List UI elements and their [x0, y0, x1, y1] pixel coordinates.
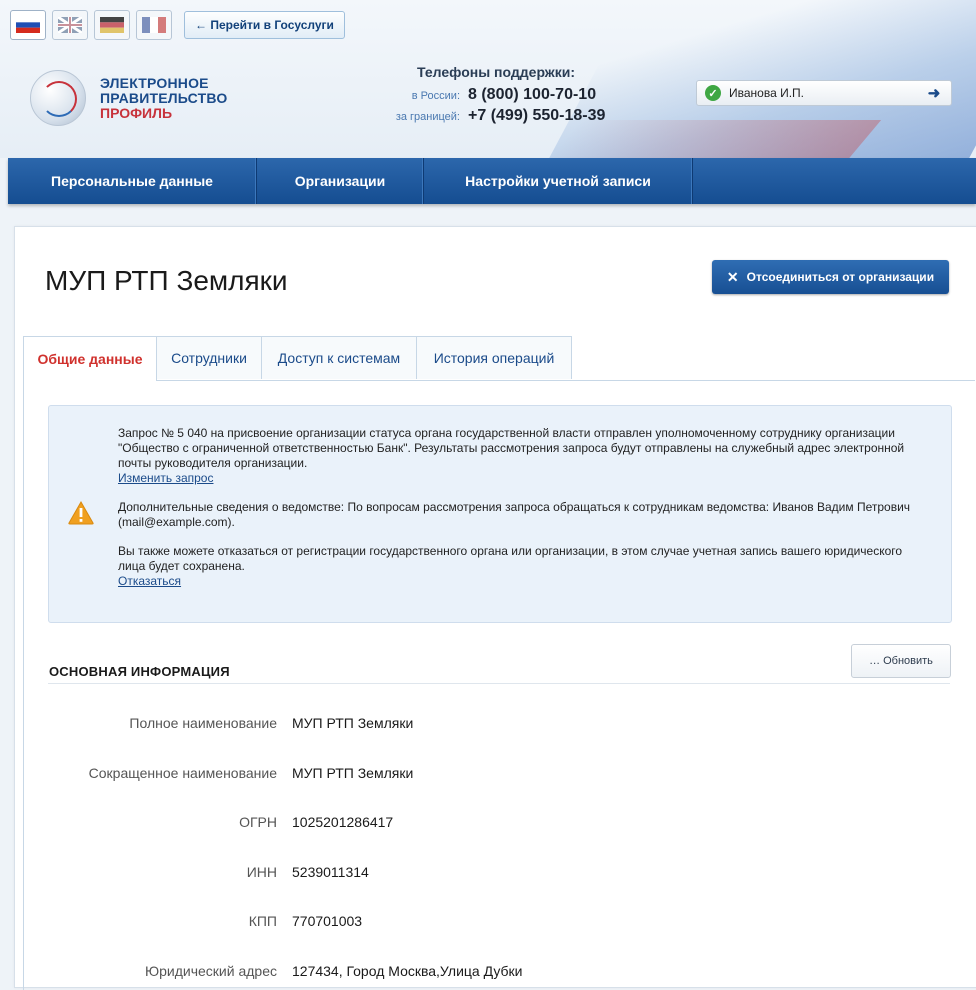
field-value-full-name: МУП РТП Земляки	[292, 715, 414, 731]
field-value-short-name: МУП РТП Земляки	[292, 765, 414, 781]
germany-flag-icon	[100, 17, 124, 33]
user-panel[interactable]: ✓ Иванова И.П. ➜	[696, 80, 952, 106]
phone-abroad-row: за границей: +7 (499) 550-18-39	[360, 107, 606, 125]
change-request-link[interactable]: Изменить запрос	[118, 471, 213, 485]
logo-line-2: ПРАВИТЕЛЬСТВО	[100, 89, 228, 106]
russia-flag-icon	[16, 17, 40, 33]
nav-account-settings[interactable]: Настройки учетной записи	[424, 158, 693, 204]
ellipsis-icon: …	[869, 655, 881, 667]
tabs: Общие данные Сотрудники Доступ к система…	[23, 336, 572, 381]
field-label-kpp: КПП	[248, 913, 277, 929]
header-decoration-stripe	[530, 120, 882, 158]
page-title: МУП РТП Земляки	[45, 265, 288, 296]
language-de-button[interactable]	[94, 10, 130, 40]
logo-line-3: ПРОФИЛЬ	[100, 104, 173, 121]
nav-personal-data[interactable]: Персональные данные	[8, 158, 257, 204]
field-label-full-name: Полное наименование	[129, 715, 277, 731]
logout-icon[interactable]: ➜	[925, 84, 943, 102]
phone-abroad-number: +7 (499) 550-18-39	[468, 107, 606, 124]
field-value-legal-address: 127434, Город Москва,Улица Дубки	[292, 963, 523, 979]
phone-abroad-label: за границей:	[395, 111, 460, 123]
field-label-inn: ИНН	[246, 864, 277, 880]
content-panel: МУП РТП Земляки ✕ Отсоединиться от орган…	[14, 226, 976, 990]
phone-russia-number: 8 (800) 100-70-10	[468, 86, 597, 103]
notice-paragraph-2: Дополнительные сведения о ведомстве: По …	[118, 500, 911, 529]
update-button[interactable]: … Обновить	[851, 644, 951, 678]
main-nav: Персональные данные Организации Настройк…	[8, 158, 976, 204]
france-flag-icon	[142, 17, 166, 33]
update-label: Обновить	[883, 655, 933, 667]
decline-link[interactable]: Отказаться	[118, 574, 181, 588]
site-header: ← Перейти в Госуслуги ЭЛЕКТРОННОЕ ПРАВИТ…	[0, 0, 976, 158]
phone-russia-row: в России: 8 (800) 100-70-10	[360, 86, 596, 104]
field-value-kpp: 770701003	[292, 913, 363, 929]
language-en-button[interactable]	[52, 10, 88, 40]
verified-check-icon: ✓	[705, 85, 721, 101]
tab-employees[interactable]: Сотрудники	[156, 336, 262, 379]
language-fr-button[interactable]	[136, 10, 172, 40]
notice-text: Запрос № 5 040 на присвоение организации…	[118, 426, 918, 589]
logo-line-1: ЭЛЕКТРОННОЕ	[100, 74, 209, 91]
field-label-legal-address: Юридический адрес	[144, 963, 277, 979]
tab-divider	[23, 380, 975, 381]
notice-paragraph-3: Вы также можете отказаться от регистраци…	[118, 544, 903, 573]
emblem-icon	[30, 70, 86, 126]
logo-text: ЭЛЕКТРОННОЕ ПРАВИТЕЛЬСТВО ПРОФИЛЬ	[100, 74, 228, 121]
support-title: Телефоны поддержки:	[417, 64, 576, 80]
user-name[interactable]: Иванова И.П.	[729, 86, 925, 100]
language-bar: ← Перейти в Госуслуги	[10, 10, 345, 40]
disconnect-organization-button[interactable]: ✕ Отсоединиться от организации	[712, 260, 949, 294]
section-divider	[48, 683, 950, 684]
tab-history[interactable]: История операций	[416, 336, 572, 379]
warning-icon	[68, 501, 94, 525]
uk-flag-icon	[58, 17, 82, 33]
goto-gosuslugi-label: ← Перейти в Госуслуги	[195, 18, 334, 32]
tab-systems-access[interactable]: Доступ к системам	[261, 336, 417, 379]
tab-general[interactable]: Общие данные	[23, 336, 157, 381]
field-label-ogrn: ОГРН	[239, 814, 277, 830]
close-icon: ✕	[726, 268, 739, 285]
section-title: ОСНОВНАЯ ИНФОРМАЦИЯ	[49, 664, 230, 679]
field-value-ogrn: 1025201286417	[292, 814, 394, 830]
goto-gosuslugi-button[interactable]: ← Перейти в Госуслуги	[184, 11, 345, 39]
language-ru-button[interactable]	[10, 10, 46, 40]
notice-paragraph-1: Запрос № 5 040 на присвоение организации…	[118, 426, 905, 470]
site-logo[interactable]: ЭЛЕКТРОННОЕ ПРАВИТЕЛЬСТВО ПРОФИЛЬ	[30, 70, 227, 126]
phone-russia-label: в России:	[411, 90, 460, 102]
field-value-inn: 5239011314	[292, 864, 369, 880]
disconnect-label: Отсоединиться от организации	[746, 270, 935, 284]
request-notice: Запрос № 5 040 на присвоение организации…	[48, 405, 952, 623]
tab-border-left	[23, 380, 24, 990]
nav-organizations[interactable]: Организации	[257, 158, 424, 204]
field-label-short-name: Сокращенное наименование	[88, 765, 277, 781]
